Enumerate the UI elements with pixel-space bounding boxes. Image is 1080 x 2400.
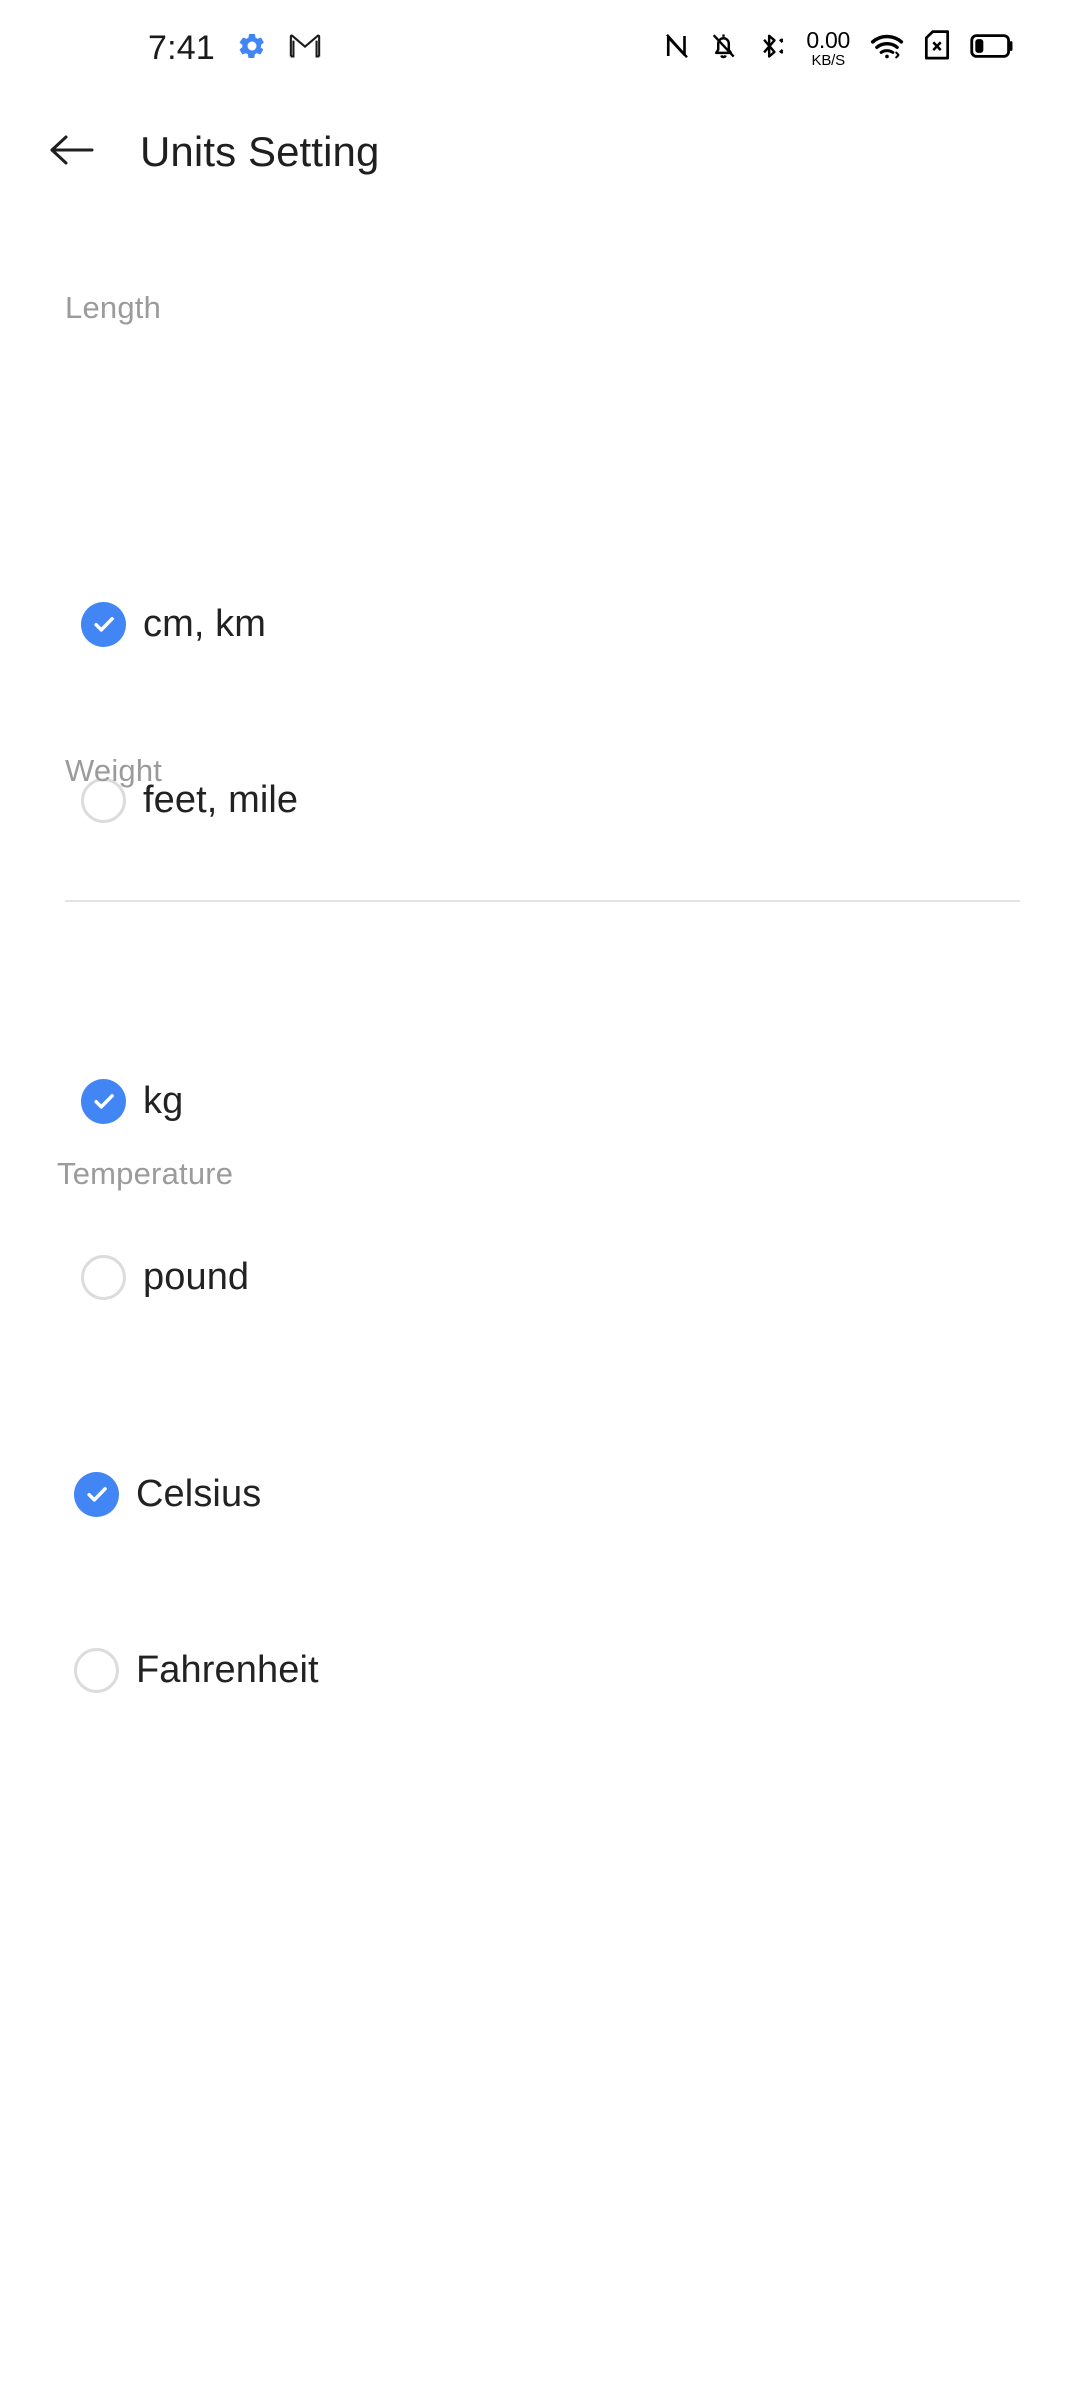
section-divider xyxy=(65,900,1020,902)
page-title: Units Setting xyxy=(140,128,380,175)
gmail-icon xyxy=(289,33,321,64)
status-bar-left: 7:41 xyxy=(0,31,321,66)
radio-selected-icon[interactable] xyxy=(81,1078,126,1124)
option-label: pound xyxy=(143,1255,250,1298)
radio-unselected-icon[interactable] xyxy=(74,1647,119,1693)
network-speed-unit: KB/S xyxy=(811,51,846,69)
battery-low-icon xyxy=(970,33,1014,64)
option-label: feet, mile xyxy=(143,778,299,821)
wifi-icon xyxy=(870,32,904,65)
option-label: Celsius xyxy=(136,1472,262,1515)
option-row-kg[interactable]: kg xyxy=(0,1055,1080,1147)
settings-gear-icon xyxy=(237,31,267,66)
section-label-length: Length xyxy=(65,290,162,325)
option-label: kg xyxy=(143,1079,184,1122)
bluetooth-icon xyxy=(756,31,786,66)
section-label-temperature: Temperature xyxy=(57,1156,234,1191)
status-bar: 7:41 0.00 KB/S xyxy=(0,0,1080,96)
network-speed-value: 0.00 xyxy=(806,26,850,53)
option-row-pound[interactable]: pound xyxy=(0,1231,1080,1323)
nfc-off-icon xyxy=(663,31,691,66)
radio-unselected-icon[interactable] xyxy=(81,1254,126,1300)
option-row-cm-km[interactable]: cm, km xyxy=(0,578,1080,670)
radio-selected-icon[interactable] xyxy=(81,601,126,647)
back-button[interactable] xyxy=(26,106,118,198)
status-bar-clock: 7:41 xyxy=(148,29,215,67)
option-label: Fahrenheit xyxy=(136,1648,319,1691)
app-bar: Units Setting xyxy=(0,96,1080,208)
notifications-silenced-icon xyxy=(710,31,737,66)
option-row-celsius[interactable]: Celsius xyxy=(0,1448,1080,1540)
option-row-fahrenheit[interactable]: Fahrenheit xyxy=(0,1624,1080,1716)
status-bar-right: 0.00 KB/S xyxy=(663,26,1036,69)
arrow-left-icon xyxy=(49,132,95,173)
radio-selected-icon[interactable] xyxy=(74,1471,119,1517)
no-sim-card-icon xyxy=(923,30,951,66)
network-speed-indicator: 0.00 KB/S xyxy=(806,26,850,69)
section-label-weight: Weight xyxy=(65,753,163,788)
option-label: cm, km xyxy=(143,602,267,645)
